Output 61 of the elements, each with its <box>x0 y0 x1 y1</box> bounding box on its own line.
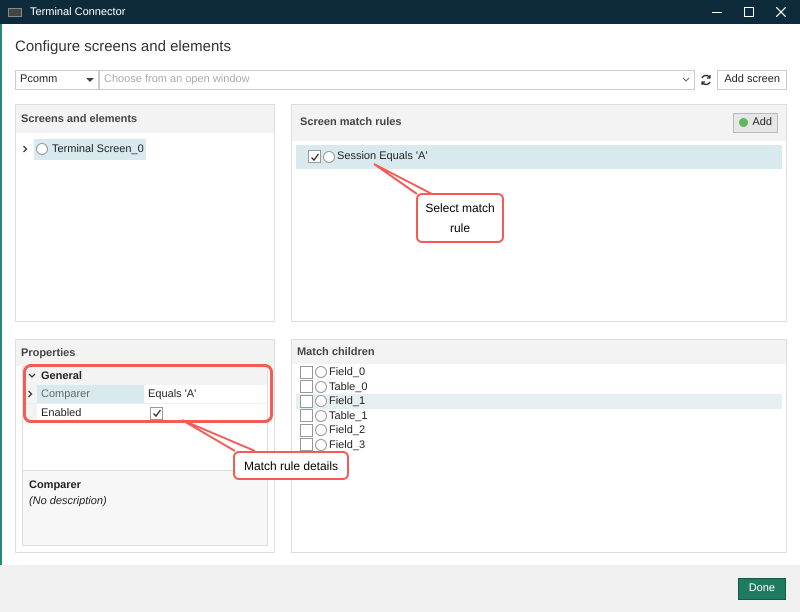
panel-title: Screen match rules <box>300 115 402 130</box>
child-label: Field_3 <box>329 438 366 452</box>
property-value[interactable]: Equals 'A' <box>148 386 196 402</box>
child-label: Table_0 <box>329 380 368 394</box>
child-row[interactable]: Table_1 <box>296 408 782 423</box>
add-button[interactable]: Add <box>733 112 778 132</box>
checkbox[interactable] <box>150 406 163 420</box>
radio-icon <box>315 395 327 408</box>
child-label: Table_1 <box>329 408 368 424</box>
caret-icon <box>86 78 94 82</box>
window-dropdown[interactable]: Choose from an open window <box>99 70 696 90</box>
panel-title: Match children <box>292 340 786 364</box>
chevron-icon <box>27 390 33 398</box>
checkbox[interactable] <box>300 380 313 394</box>
child-label: Field_1 <box>329 394 366 409</box>
tree-item[interactable]: Terminal Screen_0 <box>34 139 146 160</box>
radio-icon <box>315 410 327 422</box>
child-label: Field_2 <box>329 423 366 438</box>
window-field[interactable]: Choose from an open window <box>100 71 682 88</box>
property-name[interactable]: Enabled <box>37 404 144 422</box>
refresh-icon[interactable] <box>699 72 714 86</box>
chevron-icon[interactable] <box>22 145 28 154</box>
window-title: Terminal Connector <box>30 4 126 20</box>
rule-label: Session Equals 'A' <box>337 149 428 164</box>
chevron-icon <box>682 76 690 82</box>
dialog-heading: Configure screens and elements <box>15 37 232 57</box>
radio-icon <box>315 424 327 436</box>
done-button[interactable]: Done <box>738 578 786 600</box>
child-row[interactable]: Field_3 <box>296 438 782 452</box>
child-label: Field_0 <box>329 365 366 380</box>
description-text: (No description) <box>29 494 108 509</box>
provider-dropdown[interactable]: Pcomm <box>15 70 99 90</box>
callout-label: Match rule details <box>233 451 349 480</box>
checkbox[interactable] <box>300 394 313 408</box>
checkbox[interactable] <box>308 150 321 163</box>
child-row[interactable]: Field_2 <box>296 423 782 438</box>
checkbox[interactable] <box>300 438 313 452</box>
plus-icon <box>739 118 748 127</box>
radio-icon <box>315 438 327 451</box>
radio-icon <box>323 150 335 162</box>
checkbox[interactable] <box>300 424 313 437</box>
radio-icon <box>315 366 327 378</box>
child-row[interactable]: Field_1 <box>296 394 782 408</box>
child-row[interactable]: Field_0 <box>296 365 782 380</box>
callout-label: Select match rule <box>416 193 504 243</box>
category-label: General <box>41 368 82 384</box>
panel-title: Properties <box>16 340 274 366</box>
maximize-icon[interactable] <box>744 7 754 17</box>
rule-row[interactable]: Session Equals 'A' <box>296 144 782 168</box>
child-row[interactable]: Table_0 <box>296 380 782 394</box>
close-icon[interactable] <box>776 7 786 17</box>
radio-icon <box>36 143 48 156</box>
add-screen-button[interactable]: Add screen <box>717 70 787 90</box>
checkbox[interactable] <box>300 366 313 379</box>
app-icon <box>8 8 22 16</box>
panel-title: Screens and elements <box>16 104 274 133</box>
chevron-icon[interactable] <box>28 373 36 379</box>
property-name[interactable]: Comparer <box>37 385 144 403</box>
radio-icon <box>315 380 327 393</box>
checkbox[interactable] <box>300 409 313 422</box>
description-title: Comparer <box>29 478 82 492</box>
